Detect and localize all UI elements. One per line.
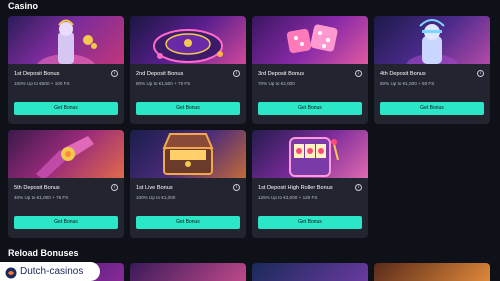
casino-section-title: Casino bbox=[8, 1, 39, 11]
bonus-card-title: 4th Deposit Bonus bbox=[380, 71, 426, 77]
bonus-card-image bbox=[252, 130, 368, 178]
bonus-card: 3rd Deposit Bonus i 70% Up to €2,000 Get… bbox=[252, 16, 368, 124]
reload-card-image[interactable] bbox=[374, 263, 490, 281]
bonus-card-title: 1st Deposit High Roller Bonus bbox=[258, 185, 333, 191]
info-icon[interactable]: i bbox=[355, 184, 362, 191]
bonus-card-subtitle: 70% Up to €2,000 bbox=[258, 81, 295, 86]
chest-illustration bbox=[162, 133, 214, 175]
casino-bonus-grid: 1st Deposit Bonus i 100% Up to €500 + 10… bbox=[8, 16, 494, 238]
bonus-card-title: 1st Deposit Bonus bbox=[14, 71, 60, 77]
roulette-illustration bbox=[153, 29, 223, 63]
bonus-card: 5th Deposit Bonus i 40% Up to €1,000 + 7… bbox=[8, 130, 124, 238]
bonus-card-title: 2nd Deposit Bonus bbox=[136, 71, 184, 77]
bonus-card-subtitle: 100% Up to €500 + 100 FS bbox=[14, 81, 70, 86]
dice-illustration bbox=[286, 24, 338, 54]
bonus-card-title: 3rd Deposit Bonus bbox=[258, 71, 305, 77]
get-bonus-button[interactable]: Get Bonus bbox=[136, 102, 240, 115]
get-bonus-button[interactable]: Get Bonus bbox=[380, 102, 484, 115]
info-icon[interactable]: i bbox=[111, 184, 118, 191]
slot-machine-illustration bbox=[289, 137, 339, 177]
dutch-casinos-logo: Dutch-casinos bbox=[0, 262, 100, 281]
statue-illustration bbox=[37, 19, 97, 64]
bonus-card-subtitle: 125% Up to €3,000 + 125 FS bbox=[258, 195, 318, 200]
bonus-card-subtitle: 80% Up to €1,500 + 75 FS bbox=[136, 81, 191, 86]
reload-card-image[interactable] bbox=[252, 263, 368, 281]
bonus-card-image bbox=[252, 16, 368, 64]
info-icon[interactable]: i bbox=[477, 70, 484, 77]
bonus-card-subtitle: 60% Up to €1,000 + 50 FS bbox=[380, 81, 435, 86]
bonus-card: 1st Deposit High Roller Bonus i 125% Up … bbox=[252, 130, 368, 238]
bonus-card: 1st Live Bonus i 100% Up to €1,000 Get B… bbox=[130, 130, 246, 238]
logo-icon bbox=[5, 266, 17, 278]
bonus-card-title: 1st Live Bonus bbox=[136, 185, 173, 191]
get-bonus-button[interactable]: Get Bonus bbox=[136, 216, 240, 229]
bonus-card-subtitle: 100% Up to €1,000 bbox=[136, 195, 176, 200]
bonus-card: 2nd Deposit Bonus i 80% Up to €1,500 + 7… bbox=[130, 16, 246, 124]
info-icon[interactable]: i bbox=[355, 70, 362, 77]
bonus-card-title: 5th Deposit Bonus bbox=[14, 185, 60, 191]
logo-text: Dutch-casinos bbox=[20, 266, 84, 277]
goddess-illustration bbox=[406, 19, 458, 64]
info-icon[interactable]: i bbox=[111, 70, 118, 77]
info-icon[interactable]: i bbox=[233, 184, 240, 191]
bonus-card-subtitle: 40% Up to €1,000 + 75 FS bbox=[14, 195, 69, 200]
get-bonus-button[interactable]: Get Bonus bbox=[258, 102, 362, 115]
get-bonus-button[interactable]: Get Bonus bbox=[258, 216, 362, 229]
bonus-card-image bbox=[374, 16, 490, 64]
reload-section-title: Reload Bonuses bbox=[8, 248, 79, 258]
get-bonus-button[interactable]: Get Bonus bbox=[14, 102, 118, 115]
bow-illustration bbox=[36, 136, 94, 178]
info-icon[interactable]: i bbox=[233, 70, 240, 77]
bonus-card-image bbox=[130, 130, 246, 178]
bonus-card-image bbox=[130, 16, 246, 64]
reload-card-image[interactable] bbox=[130, 263, 246, 281]
bonus-card: 1st Deposit Bonus i 100% Up to €500 + 10… bbox=[8, 16, 124, 124]
bonus-card-image bbox=[8, 16, 124, 64]
bonus-card: 4th Deposit Bonus i 60% Up to €1,000 + 5… bbox=[374, 16, 490, 124]
bonus-card-image bbox=[8, 130, 124, 178]
get-bonus-button[interactable]: Get Bonus bbox=[14, 216, 118, 229]
